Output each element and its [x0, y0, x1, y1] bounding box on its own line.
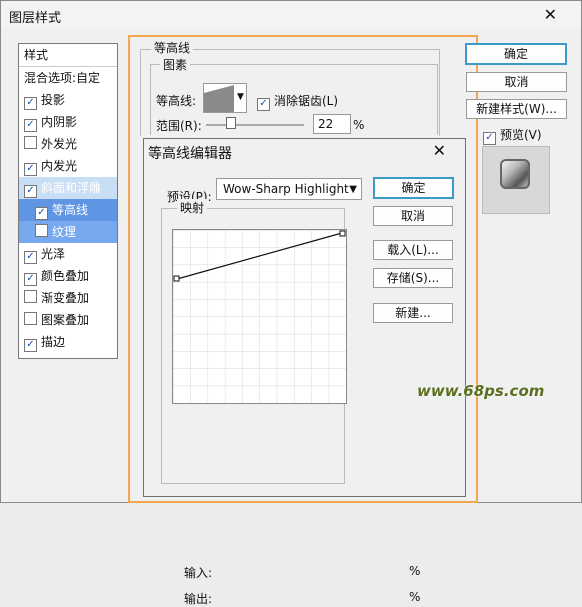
inner-shadow-checkbox[interactable] — [24, 119, 37, 132]
dialog-load-button[interactable]: 载入(L)... — [373, 240, 453, 260]
title-bar: 图层样式 ✕ — [1, 1, 581, 29]
range-slider-track[interactable] — [206, 124, 304, 126]
texture-checkbox[interactable] — [35, 224, 48, 237]
contour-grid[interactable] — [172, 229, 347, 404]
input-label: 输入: — [184, 566, 213, 580]
preview-box[interactable] — [483, 132, 496, 145]
dialog-title: 等高线编辑器 — [148, 146, 232, 162]
stroke-label: 描边 — [41, 335, 66, 349]
satin-label: 光泽 — [41, 247, 66, 261]
inner-glow-label: 内发光 — [41, 159, 78, 173]
bevel-emboss-label: 斜面和浮雕 — [41, 181, 102, 195]
bevel-emboss-checkbox[interactable] — [24, 185, 37, 198]
gradient-overlay-label: 渐变叠加 — [41, 291, 90, 305]
styles-panel: 样式 混合选项:自定 投影 内阴影 外发光 内发光 斜面和浮雕 等高线 纹理 光… — [18, 43, 118, 359]
dialog-ok-button[interactable]: 确定 — [373, 177, 454, 199]
ok-button[interactable]: 确定 — [465, 43, 567, 65]
contour-section-title: 等高线 — [151, 39, 194, 56]
preview-checkbox[interactable]: 预览(V) — [483, 126, 542, 145]
preview-thumbnail — [500, 159, 530, 189]
style-item-contour[interactable]: 等高线 — [19, 199, 117, 221]
style-item-stroke[interactable]: 描边 — [19, 331, 117, 353]
window-close-button[interactable]: ✕ — [544, 5, 557, 24]
dialog-save-button[interactable]: 存储(S)... — [373, 268, 453, 288]
color-overlay-label: 颜色叠加 — [41, 269, 90, 283]
style-item-inner-shadow[interactable]: 内阴影 — [19, 111, 117, 133]
range-unit: % — [353, 118, 365, 132]
preset-value: Wow-Sharp Highlight — [223, 182, 349, 196]
input-percent: % — [409, 564, 421, 578]
blend-options-label: 混合选项:自定 — [24, 71, 101, 85]
output-percent: % — [409, 590, 421, 604]
watermark: www.68ps.com — [417, 382, 545, 400]
contour-editor-dialog: 等高线编辑器 ✕ 预设(P): Wow-Sharp Highlight ▼ 映射 — [143, 138, 466, 606]
dialog-close-button[interactable]: ✕ — [433, 141, 446, 160]
preset-dropdown-icon[interactable]: ▼ — [349, 180, 357, 200]
texture-label: 纹理 — [52, 225, 77, 239]
preview-label: 预览(V) — [500, 128, 542, 142]
new-style-button[interactable]: 新建样式(W)... — [466, 99, 567, 119]
color-overlay-checkbox[interactable] — [24, 273, 37, 286]
style-item-texture[interactable]: 纹理 — [19, 221, 117, 243]
range-input[interactable]: 22 — [313, 114, 351, 134]
outer-glow-label: 外发光 — [41, 137, 78, 151]
satin-checkbox[interactable] — [24, 251, 37, 264]
style-item-pattern-overlay[interactable]: 图案叠加 — [19, 309, 117, 331]
window-title: 图层样式 — [9, 11, 62, 26]
blend-options-item[interactable]: 混合选项:自定 — [19, 67, 117, 89]
style-item-outer-glow[interactable]: 外发光 — [19, 133, 117, 155]
style-item-color-overlay[interactable]: 颜色叠加 — [19, 265, 117, 287]
anti-alias-label: 消除锯齿(L) — [274, 94, 339, 108]
stroke-checkbox[interactable] — [24, 339, 37, 352]
range-slider-handle[interactable] — [226, 117, 236, 129]
inner-glow-checkbox[interactable] — [24, 163, 37, 176]
contour-label: 等高线 — [52, 203, 89, 217]
output-label: 输出: — [184, 592, 213, 606]
style-item-satin[interactable]: 光泽 — [19, 243, 117, 265]
style-item-drop-shadow[interactable]: 投影 — [19, 89, 117, 111]
preset-select[interactable]: Wow-Sharp Highlight ▼ — [216, 178, 362, 200]
style-item-gradient-overlay[interactable]: 渐变叠加 — [19, 287, 117, 309]
contour-checkbox[interactable] — [35, 207, 48, 220]
inner-shadow-label: 内阴影 — [41, 115, 78, 129]
contour-dropdown-icon[interactable]: ▼ — [237, 92, 244, 102]
layer-style-window: 图层样式 ✕ 样式 混合选项:自定 投影 内阴影 外发光 内发光 斜面和浮雕 等… — [0, 0, 582, 606]
drop-shadow-label: 投影 — [41, 93, 66, 107]
pattern-overlay-checkbox[interactable] — [24, 312, 37, 325]
pattern-overlay-label: 图案叠加 — [41, 313, 90, 327]
anti-alias-checkbox[interactable]: 消除锯齿(L) — [257, 92, 338, 111]
dialog-cancel-button[interactable]: 取消 — [373, 206, 453, 226]
drop-shadow-checkbox[interactable] — [24, 97, 37, 110]
dialog-new-button[interactable]: 新建... — [373, 303, 453, 323]
style-item-bevel-emboss[interactable]: 斜面和浮雕 — [19, 177, 117, 199]
style-item-inner-glow[interactable]: 内发光 — [19, 155, 117, 177]
gradient-overlay-checkbox[interactable] — [24, 290, 37, 303]
styles-header: 样式 — [19, 44, 117, 67]
contour-curve-graph — [173, 230, 346, 403]
contour-field-label: 等高线: — [156, 94, 197, 108]
elements-title: 图素 — [160, 56, 191, 73]
cancel-button[interactable]: 取消 — [466, 72, 567, 92]
mapping-title: 映射 — [177, 199, 208, 216]
anti-alias-box[interactable] — [257, 98, 270, 111]
range-label: 范围(R): — [156, 119, 202, 133]
outer-glow-checkbox[interactable] — [24, 136, 37, 149]
